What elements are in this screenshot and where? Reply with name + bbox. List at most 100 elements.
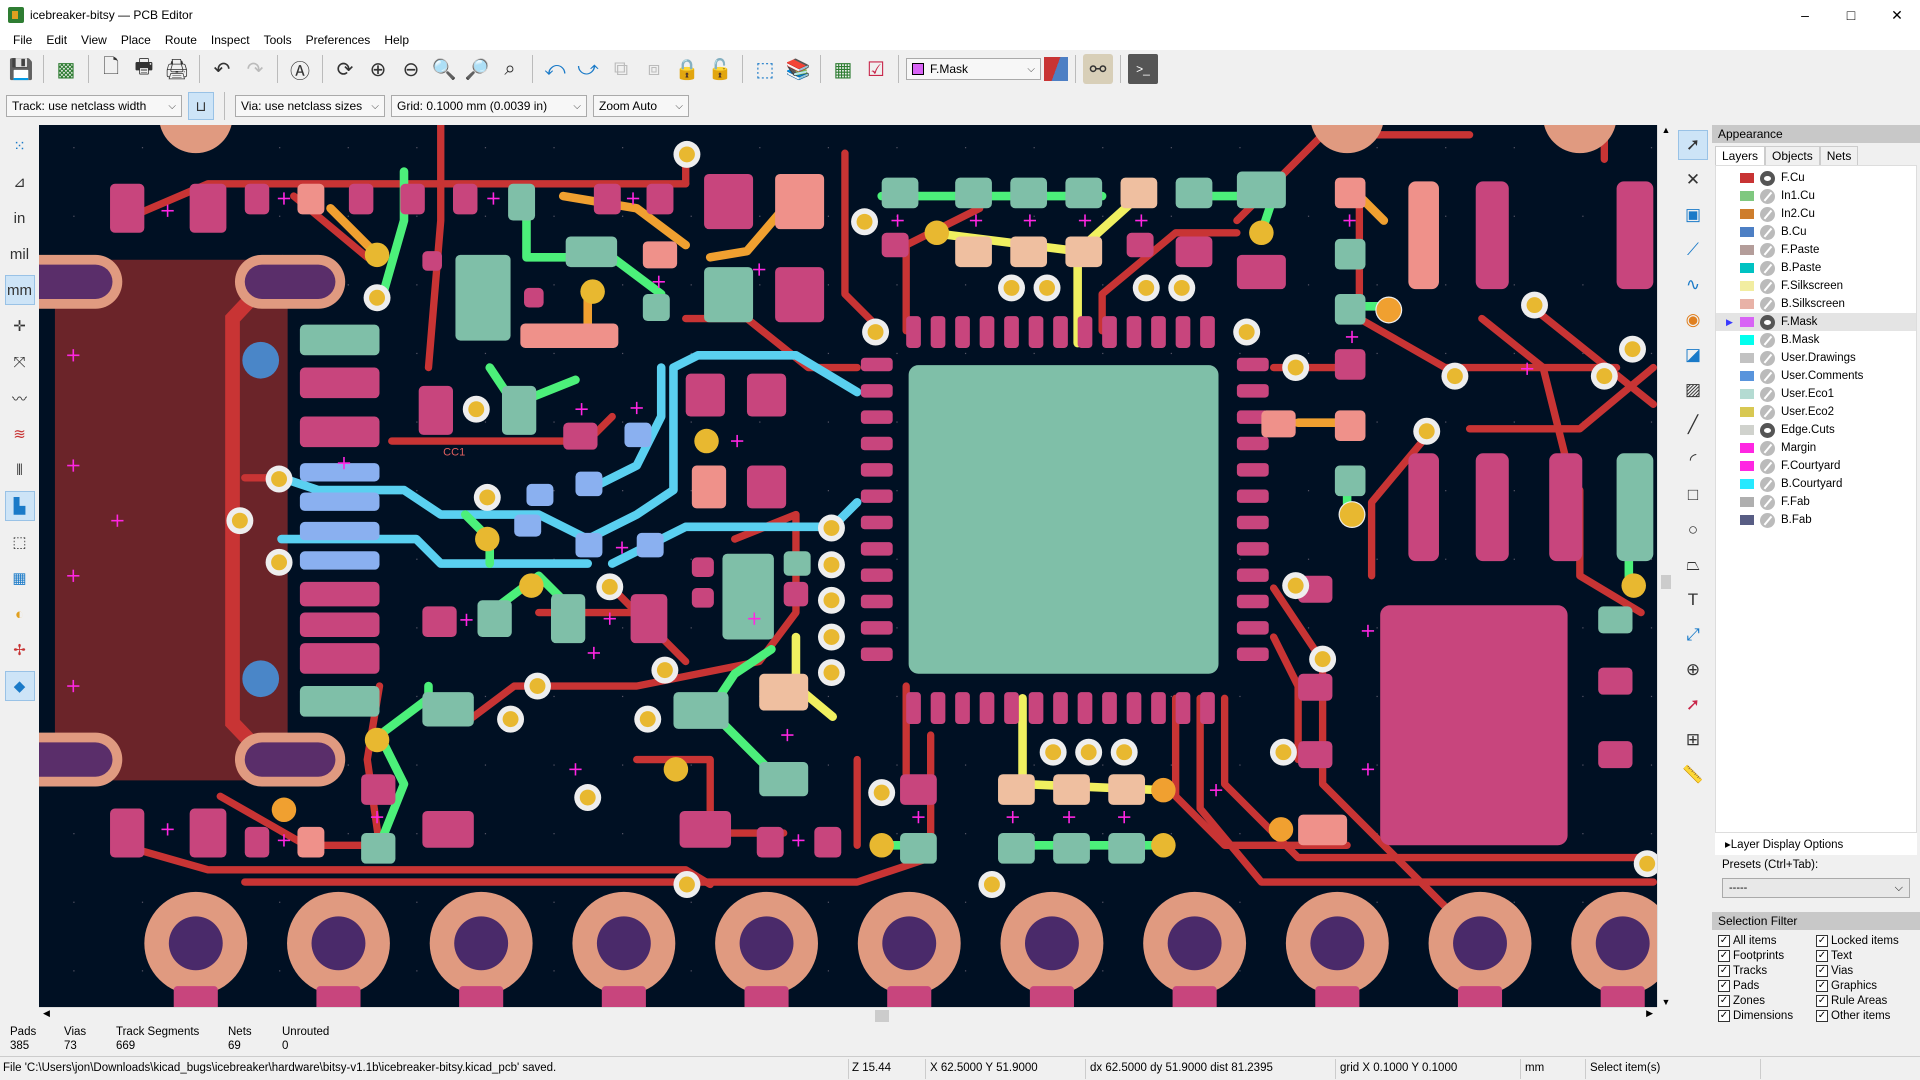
save-icon[interactable]: 💾 [6, 54, 36, 84]
layer-row-f-cu[interactable]: F.Cu [1716, 169, 1916, 187]
layer-color-swatch[interactable] [1740, 425, 1754, 435]
filter-other-items[interactable]: ✓ Other items [1816, 1009, 1914, 1023]
add-footprint-icon[interactable]: ▣ [1678, 200, 1708, 230]
zone-display-icon[interactable]: ≋ [5, 419, 35, 449]
layer-color-swatch[interactable] [1740, 245, 1754, 255]
layer-color-swatch[interactable] [1740, 299, 1754, 309]
filter-text[interactable]: ✓ Text [1816, 949, 1914, 963]
scroll-down-icon[interactable]: ▼ [1658, 997, 1674, 1007]
filter-graphics[interactable]: ✓ Graphics [1816, 979, 1914, 993]
layer-color-swatch[interactable] [1740, 443, 1754, 453]
print-icon[interactable]: 🖶 [129, 54, 159, 84]
cursor-style-icon[interactable]: ✛ [5, 311, 35, 341]
filter-rule-areas[interactable]: ✓ Rule Areas [1816, 994, 1914, 1008]
eye-hidden-icon[interactable] [1760, 476, 1775, 492]
eye-icon[interactable] [1760, 422, 1775, 438]
eye-hidden-icon[interactable] [1760, 494, 1775, 510]
tab-objects[interactable]: Objects [1765, 146, 1820, 165]
zoom-out-icon[interactable]: ⊖ [396, 54, 426, 84]
plot-icon[interactable]: 🖨 [162, 54, 192, 84]
group-icon[interactable]: ⧉ [606, 54, 636, 84]
checkbox[interactable]: ✓ [1718, 950, 1730, 962]
add-text-icon[interactable]: T [1678, 585, 1708, 615]
eye-hidden-icon[interactable] [1760, 188, 1775, 204]
measure-tool-icon[interactable]: 📏 [1678, 760, 1708, 790]
via-size-select[interactable]: Via: use netclass sizes ⌵ [235, 95, 385, 117]
eye-icon[interactable] [1760, 314, 1775, 330]
select-tool-icon[interactable]: ➚ [1678, 130, 1708, 160]
layer-pair-icon[interactable] [1044, 57, 1068, 81]
scroll-thumb[interactable] [1661, 575, 1671, 589]
layer-display-options-toggle[interactable]: ▸Layer Display Options [1715, 833, 1917, 855]
eye-hidden-icon[interactable] [1760, 404, 1775, 420]
board-setup-icon[interactable]: ▩ [51, 54, 81, 84]
layer-row-b-mask[interactable]: B.Mask [1716, 331, 1916, 349]
units-inch-button[interactable]: in [5, 203, 35, 233]
layer-row-user-eco2[interactable]: User.Eco2 [1716, 403, 1916, 421]
pcb-canvas[interactable]: CC1 [39, 125, 1657, 1007]
layer-color-swatch[interactable] [1740, 479, 1754, 489]
undo-icon[interactable]: ↶ [207, 54, 237, 84]
presets-select[interactable]: ----- ⌵ [1722, 878, 1910, 898]
checkbox[interactable]: ✓ [1816, 995, 1828, 1007]
drc-icon[interactable]: ☑ [861, 54, 891, 84]
layer-color-swatch[interactable] [1740, 209, 1754, 219]
layer-color-swatch[interactable] [1740, 281, 1754, 291]
appearance-panel-icon[interactable]: ◆ [4, 671, 35, 701]
filter-zones[interactable]: ✓ Zones [1718, 994, 1816, 1008]
find-icon[interactable]: Ⓐ [285, 54, 315, 84]
scroll-left-icon[interactable]: ◀ [43, 1008, 50, 1019]
rotate-cw-icon[interactable]: ⤻ [573, 54, 603, 84]
horizontal-scrollbar[interactable]: ◀ ▶ [39, 1007, 1657, 1024]
layer-row-in1-cu[interactable]: In1.Cu [1716, 187, 1916, 205]
draw-arc-icon[interactable]: ◜ [1678, 445, 1708, 475]
add-dimension-icon[interactable]: ⤢ [1678, 620, 1708, 650]
eye-hidden-icon[interactable] [1760, 206, 1775, 222]
auto-track-width-icon[interactable]: ⊔ [188, 92, 214, 120]
layer-row-user-drawings[interactable]: User.Drawings [1716, 349, 1916, 367]
menu-inspect[interactable]: Inspect [204, 33, 257, 47]
layer-color-swatch[interactable] [1740, 191, 1754, 201]
eye-hidden-icon[interactable] [1760, 458, 1775, 474]
update-pcb-icon[interactable]: ▦ [828, 54, 858, 84]
layer-row-margin[interactable]: Margin [1716, 439, 1916, 457]
grid-origin-icon[interactable]: ⊞ [1678, 725, 1708, 755]
layer-row-b-silkscreen[interactable]: B.Silkscreen [1716, 295, 1916, 313]
local-ratsnest-icon[interactable]: ✕ [1678, 165, 1708, 195]
units-mil-button[interactable]: mil [5, 239, 35, 269]
checkbox[interactable]: ✓ [1718, 965, 1730, 977]
tab-layers[interactable]: Layers [1715, 146, 1766, 165]
rotate-ccw-icon[interactable]: ⤺ [540, 54, 570, 84]
menu-help[interactable]: Help [377, 33, 416, 47]
zoom-fit-icon[interactable]: 🔍 [429, 54, 459, 84]
add-via-icon[interactable]: ◉ [1678, 305, 1708, 335]
polar-coords-icon[interactable]: ⊿ [5, 167, 35, 197]
filter-pads[interactable]: ✓ Pads [1718, 979, 1816, 993]
layer-row-b-fab[interactable]: B.Fab [1716, 511, 1916, 529]
layer-row-b-paste[interactable]: B.Paste [1716, 259, 1916, 277]
checkbox[interactable]: ✓ [1816, 1010, 1828, 1022]
page-settings-icon[interactable]: 🗋 [96, 54, 126, 84]
eye-hidden-icon[interactable] [1760, 440, 1775, 456]
redo-icon[interactable]: ↷ [240, 54, 270, 84]
maximize-button[interactable]: □ [1828, 0, 1874, 30]
checkbox[interactable]: ✓ [1718, 935, 1730, 947]
layer-row-f-silkscreen[interactable]: F.Silkscreen [1716, 277, 1916, 295]
ratsnest-icon[interactable]: ⤧ [5, 347, 35, 377]
delete-tool-icon[interactable]: ➚ [1678, 690, 1708, 720]
layer-color-swatch[interactable] [1740, 371, 1754, 381]
eye-hidden-icon[interactable] [1760, 386, 1775, 402]
layer-row-f-paste[interactable]: F.Paste [1716, 241, 1916, 259]
units-mm-button[interactable]: mm [4, 275, 35, 305]
checkbox[interactable]: ✓ [1718, 995, 1730, 1007]
footprint-browser-icon[interactable]: 📚 [783, 54, 813, 84]
layer-row-f-courtyard[interactable]: F.Courtyard [1716, 457, 1916, 475]
zoom-in-icon[interactable]: ⊕ [363, 54, 393, 84]
filter-vias[interactable]: ✓ Vias [1816, 964, 1914, 978]
zoom-selection-icon[interactable]: ⌕ [495, 54, 525, 84]
menu-edit[interactable]: Edit [39, 33, 74, 47]
layer-color-swatch[interactable] [1740, 317, 1754, 327]
curved-ratsnest-icon[interactable]: 〰 [5, 383, 35, 413]
draw-line-icon[interactable]: ╱ [1678, 410, 1708, 440]
layer-color-swatch[interactable] [1740, 461, 1754, 471]
